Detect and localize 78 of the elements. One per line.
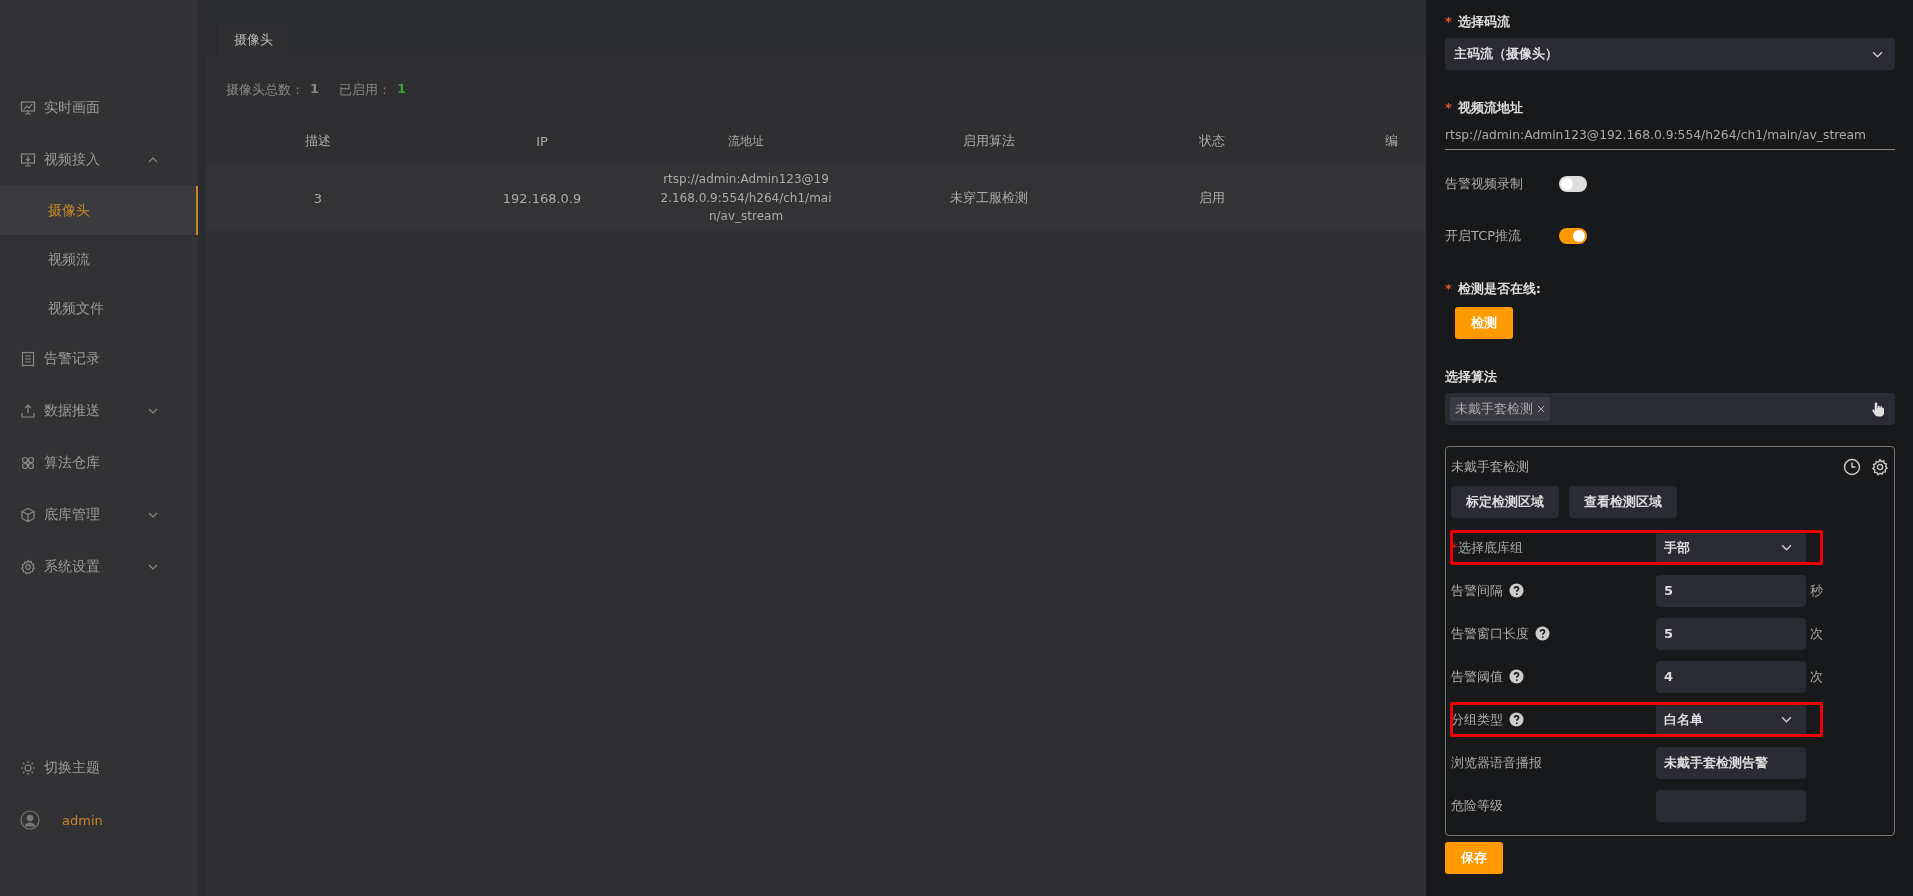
enabled-count: 1 <box>397 81 407 98</box>
flower-icon <box>20 455 36 471</box>
select-field[interactable]: 手部 <box>1656 531 1806 564</box>
unit-label: 次 <box>1810 624 1823 643</box>
nav-subitem[interactable]: 摄像头 <box>0 186 198 235</box>
avatar-icon <box>20 810 40 830</box>
column-header: IP <box>536 133 548 149</box>
stream-select[interactable]: 主码流（摄像头） <box>1445 38 1895 70</box>
nav-item[interactable]: 数据推送 <box>0 385 198 437</box>
clock-icon[interactable] <box>1843 458 1861 476</box>
nav-subitem[interactable]: 视频文件 <box>0 284 198 333</box>
field-label: 告警窗口长度 <box>1451 624 1529 643</box>
required-mark: * <box>1445 100 1452 115</box>
upload-icon <box>20 403 36 419</box>
gear-icon <box>20 559 36 575</box>
nav-item[interactable]: 底库管理 <box>0 489 198 541</box>
input-field[interactable]: 4 <box>1656 660 1806 693</box>
column-header: 流地址 <box>728 133 764 148</box>
table-cell: 未穿工服检测 <box>950 190 1028 205</box>
cube-icon <box>20 507 36 523</box>
required-mark: * <box>1445 14 1452 29</box>
table-cell: rtsp://admin:Admin123@192.168.0.9:554/h264/ch1/main/av_stream <box>660 172 832 224</box>
input-field[interactable]: 5 <box>1656 617 1806 650</box>
pointer-hand-icon <box>1871 401 1885 417</box>
chevron-down-icon <box>1781 544 1792 551</box>
chevron-down-icon <box>1872 50 1883 58</box>
close-icon[interactable] <box>1537 405 1545 413</box>
algorithm-tag[interactable]: 未戴手套检测 <box>1450 397 1550 421</box>
settings-icon[interactable] <box>1871 458 1889 476</box>
column-header: 状态 <box>1199 133 1225 148</box>
nav-item[interactable]: 视频接入 <box>0 134 198 186</box>
field-label: 视频流地址 <box>1457 100 1523 115</box>
list-icon <box>20 351 36 367</box>
sun-icon <box>20 760 36 776</box>
column-header: 启用算法 <box>963 133 1015 148</box>
field-label: 检测是否在线: <box>1457 281 1541 296</box>
toggle-label: 告警视频录制 <box>1445 175 1524 193</box>
monitor-chart-icon <box>20 100 36 116</box>
user-name[interactable]: admin <box>62 812 103 828</box>
enabled-label: 已启用： <box>339 81 392 99</box>
column-header: 编 <box>1385 133 1398 148</box>
unit-label: 次 <box>1810 667 1823 686</box>
nav-item[interactable]: 算法仓库 <box>0 437 198 489</box>
area-button[interactable]: 查看检测区域 <box>1569 486 1677 518</box>
toggle-switch[interactable] <box>1559 228 1587 244</box>
field-label: 选择底库组 <box>1457 538 1523 557</box>
table-cell: 3 <box>313 190 323 206</box>
nav-item[interactable]: 系统设置 <box>0 541 198 593</box>
field-label: 浏览器语音播报 <box>1451 753 1542 772</box>
chevron-down-icon <box>1781 716 1792 723</box>
tab[interactable]: 摄像头 <box>218 24 289 55</box>
unit-label: 秒 <box>1810 581 1823 600</box>
card-title: 未戴手套检测 <box>1451 458 1530 476</box>
input-field[interactable] <box>1656 789 1806 822</box>
field-label: 选择码流 <box>1457 14 1510 29</box>
column-header: 描述 <box>305 133 331 148</box>
area-button[interactable]: 标定检测区域 <box>1451 486 1559 518</box>
toggle-switch[interactable] <box>1559 176 1587 192</box>
input-field[interactable]: 5 <box>1656 574 1806 607</box>
toggle-label: 开启TCP推流 <box>1445 227 1523 245</box>
select-field[interactable]: 白名单 <box>1656 703 1806 736</box>
table-cell: 启用 <box>1199 190 1225 205</box>
field-label: 选择算法 <box>1445 368 1498 386</box>
field-label: 危险等级 <box>1451 796 1503 815</box>
algorithm-select[interactable]: 未戴手套检测 <box>1445 393 1895 425</box>
total-label: 摄像头总数： <box>226 81 304 99</box>
field-label: 告警间隔 <box>1451 581 1503 600</box>
nav-item[interactable]: 实时画面 <box>0 82 198 134</box>
stream-url-field[interactable]: rtsp://admin:Admin123@192.168.0.9:554/h264/ch1/main/av_stream <box>1445 122 1895 150</box>
theme-link[interactable]: 切换主题 <box>44 759 178 777</box>
input-field[interactable]: 未戴手套检测告警 <box>1656 746 1806 779</box>
total-count: 1 <box>310 81 320 98</box>
monitor-download-icon <box>20 152 36 168</box>
field-label: 告警阈值 <box>1451 667 1503 686</box>
required-mark: * <box>1445 281 1452 296</box>
nav-subitem[interactable]: 视频流 <box>0 235 198 284</box>
nav-item[interactable]: 告警记录 <box>0 333 198 385</box>
table-cell: 192.168.0.9 <box>502 190 582 206</box>
